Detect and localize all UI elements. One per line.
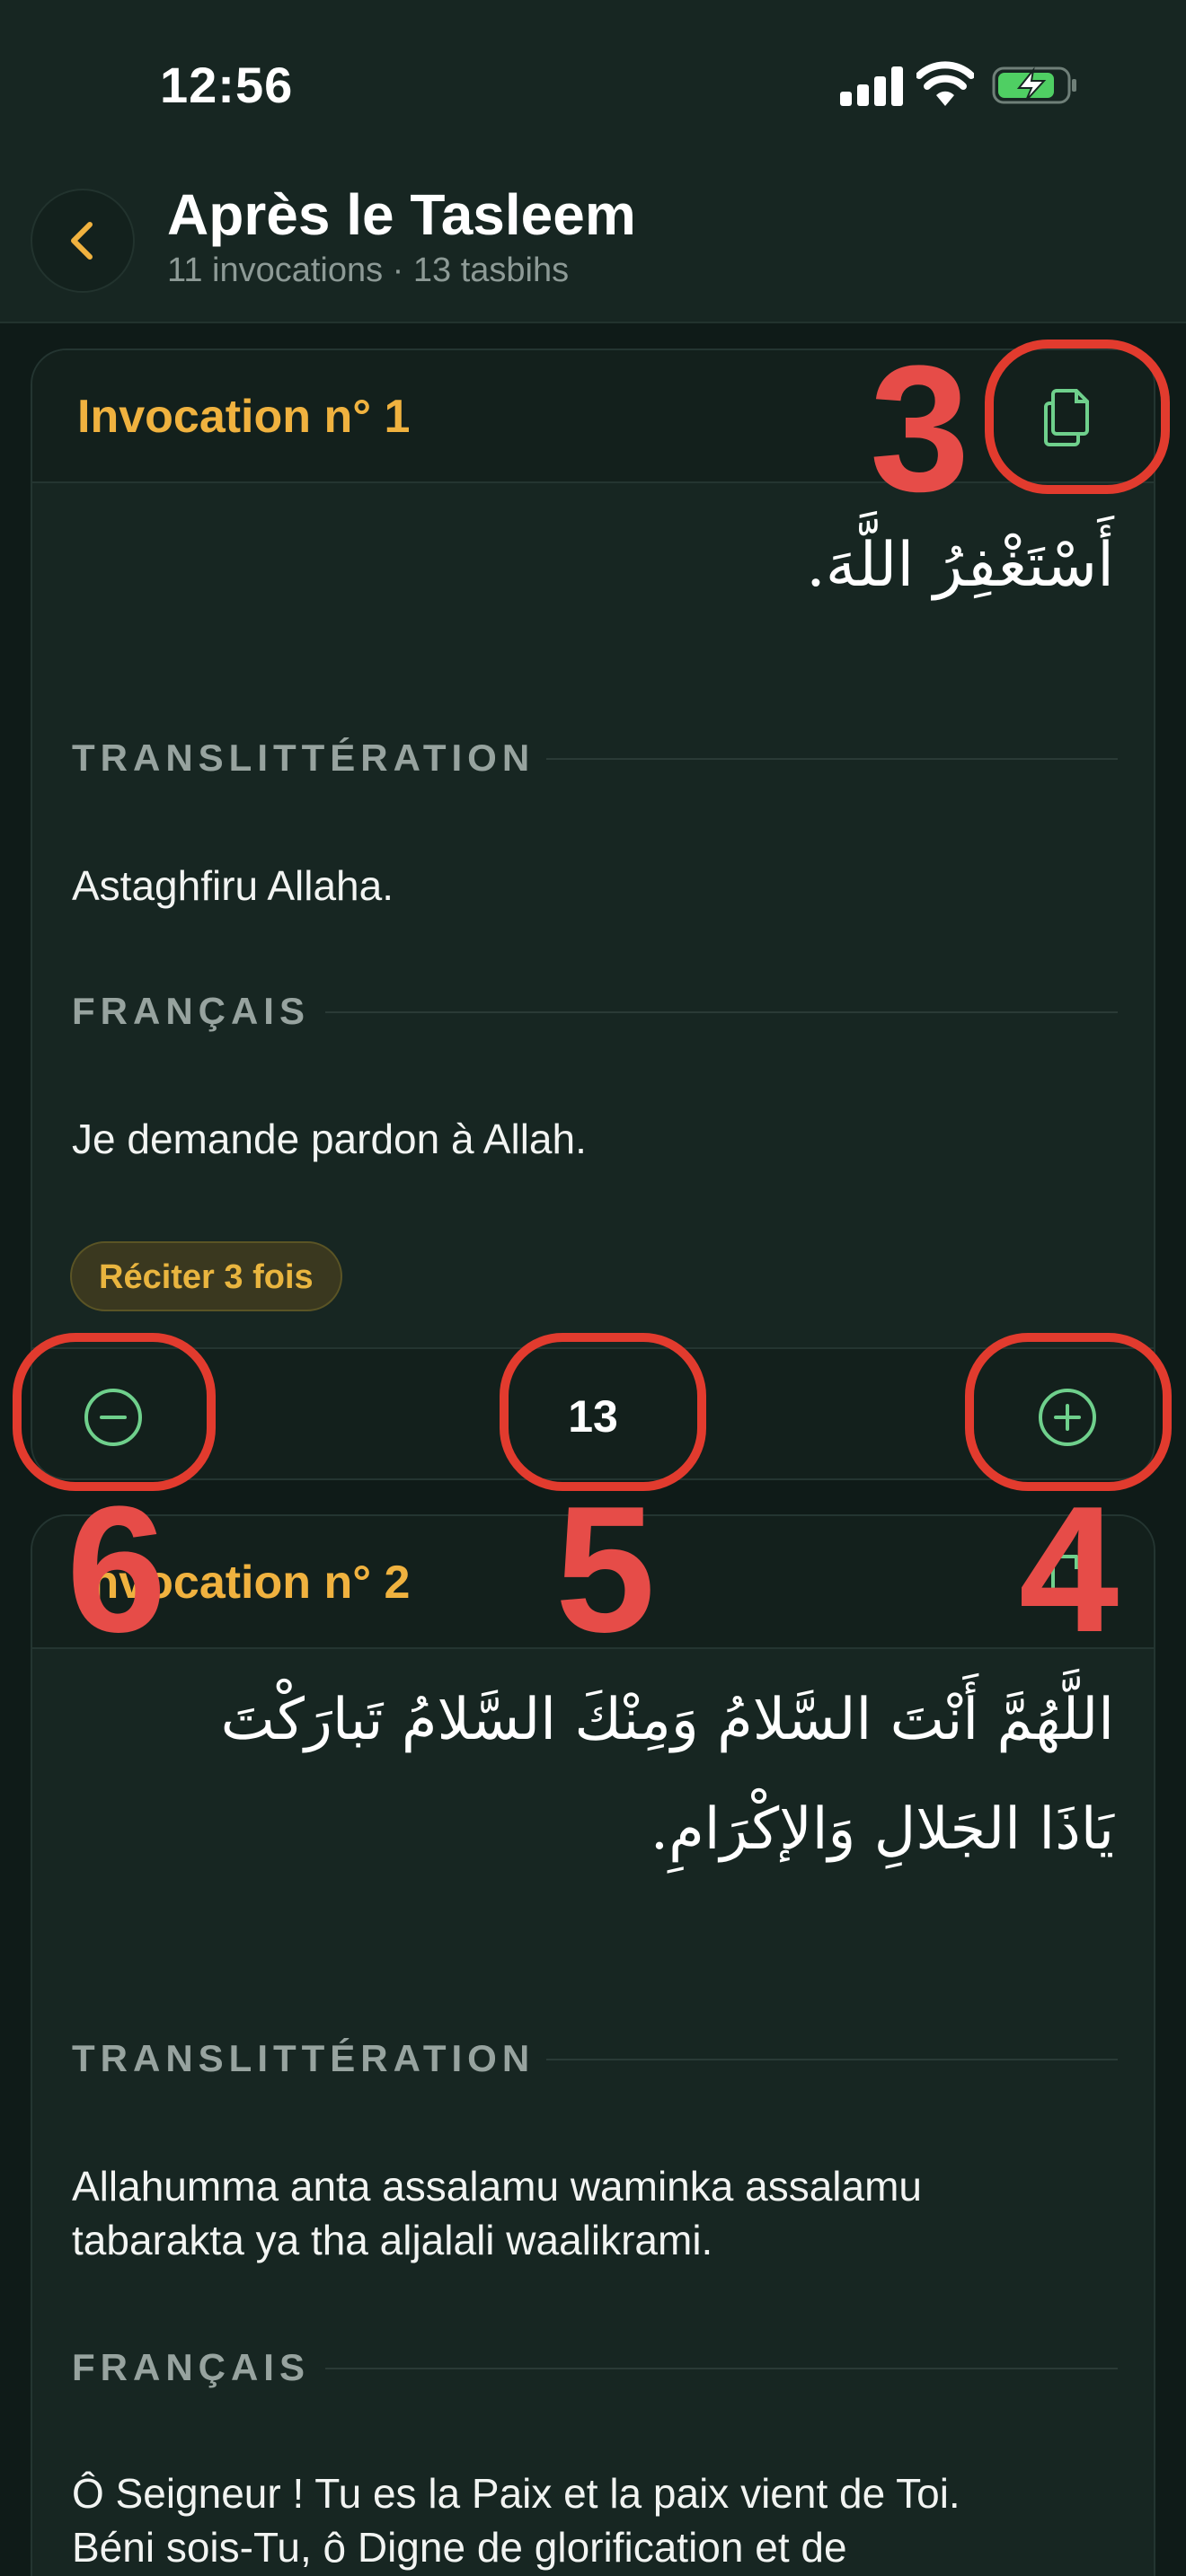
invocation-card-2: Invocation n° 2 اللَّهُمَّ أَنْتَ السَّل… [31, 1514, 1155, 2576]
section-divider [325, 2368, 1118, 2369]
status-time: 12:56 [160, 57, 294, 113]
recite-count-badge: Réciter 3 fois [70, 1241, 342, 1311]
french-text: Je demande pardon à Allah. [72, 1116, 587, 1162]
arabic-text: أَسْتَغْفِرُ اللَّهَ. [806, 530, 1114, 601]
invocation-card-1: Invocation n° 1 أَسْتَغْفِرُ اللَّهَ. TR… [31, 348, 1155, 1480]
section-divider [325, 1011, 1118, 1013]
status-bar: 12:56 [0, 0, 1186, 162]
transliteration-label: TRANSLITTÉRATION [72, 2037, 535, 2079]
french-label: FRANÇAIS [72, 990, 310, 1032]
transliteration-text: Astaghfiru Allaha. [72, 862, 394, 909]
annotation-number: 4 [1019, 1469, 1120, 1670]
transliteration-label: TRANSLITTÉRATION [72, 737, 535, 779]
annotation-box-copy [985, 340, 1170, 494]
section-divider [546, 758, 1118, 760]
french-line-1: Ô Seigneur ! Tu es la Paix et la paix vi… [72, 2470, 960, 2517]
annotation-box-counter [500, 1333, 706, 1491]
page-title: Après le Tasleem [167, 182, 636, 247]
section-divider [546, 2059, 1118, 2060]
page-subtitle: 11 invocations · 13 tasbihs [167, 251, 570, 289]
screen: 12:56 Après le Tasleem 11 invocations · … [0, 0, 1186, 2576]
chevron-left-icon [71, 222, 93, 260]
annotation-number: 3 [870, 329, 970, 529]
transliteration-line-2: tabarakta ya tha aljalali waalikrami. [72, 2217, 713, 2263]
french-label: FRANÇAIS [72, 2346, 310, 2388]
back-button[interactable] [31, 189, 135, 293]
arabic-text-line-1: اللَّهُمَّ أَنْتَ السَّلامُ وَمِنْكَ الس… [220, 1687, 1114, 1753]
french-line-2: Béni sois-Tu, ô Digne de glorification e… [72, 2524, 847, 2571]
cellular-signal-icon [840, 66, 903, 106]
annotation-number: 6 [66, 1469, 167, 1670]
arabic-text-line-2: يَاذَا الجَلالِ وَالإكْرَامِ. [650, 1796, 1114, 1863]
transliteration-line-1: Allahumma anta assalamu waminka assalamu [72, 2163, 922, 2210]
invocation-title: Invocation n° 1 [77, 391, 411, 443]
page-header: Après le Tasleem 11 invocations · 13 tas… [0, 162, 1186, 323]
annotation-box-increment [965, 1333, 1172, 1491]
battery-charging-icon [992, 66, 1076, 104]
annotation-box-decrement [13, 1333, 216, 1491]
wifi-icon [916, 61, 974, 106]
annotation-number: 5 [555, 1469, 656, 1670]
